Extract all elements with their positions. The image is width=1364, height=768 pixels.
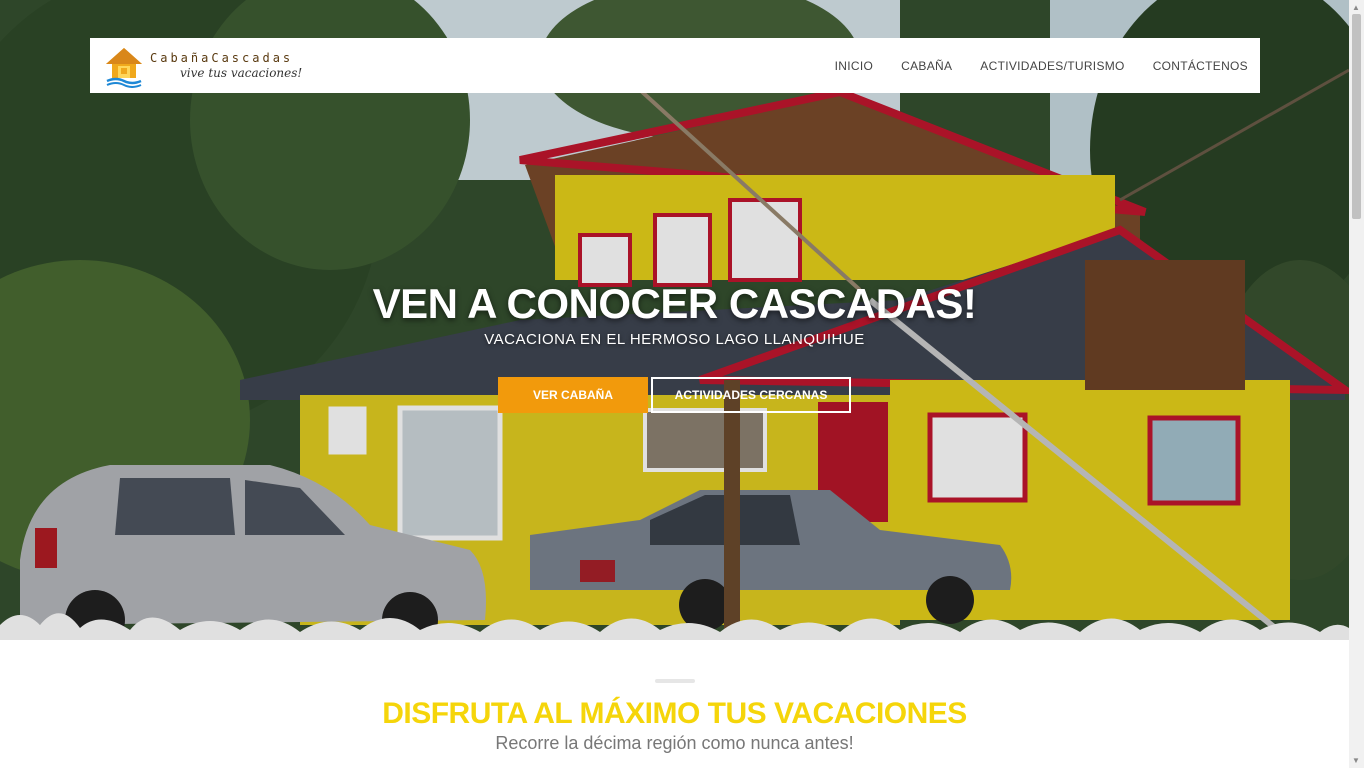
nav-item-cabana[interactable]: CABAÑA — [901, 59, 952, 73]
scroll-down-arrow-icon[interactable]: ▼ — [1352, 756, 1360, 765]
section-subtitle: Recorre la décima región como nunca ante… — [495, 733, 854, 753]
scrollbar-thumb[interactable] — [1352, 14, 1361, 219]
hero-subtitle: VACACIONA EN EL HERMOSO LAGO LLANQUIHUE — [484, 331, 865, 348]
brand-name: CabañaCascadas — [150, 51, 294, 65]
page-scrollbar[interactable]: ▲ ▼ — [1349, 0, 1364, 768]
nav-item-inicio[interactable]: INICIO — [835, 59, 873, 73]
nav-item-contactenos[interactable]: CONTÁCTENOS — [1153, 59, 1248, 73]
brand[interactable]: CabañaCascadas vive tus vacaciones! — [104, 44, 302, 88]
nav-menu: INICIO CABAÑA ACTIVIDADES/TURISMO CONTÁC… — [835, 59, 1248, 73]
nav-item-actividades[interactable]: ACTIVIDADES/TURISMO — [980, 59, 1124, 73]
brand-tagline: vive tus vacaciones! — [180, 66, 303, 80]
cabin-logo-icon — [106, 47, 142, 88]
hero-title: VEN A CONOCER CASCADAS! — [372, 280, 977, 327]
ver-cabana-button[interactable]: VER CABAÑA — [498, 377, 648, 413]
actividades-cercanas-button[interactable]: ACTIVIDADES CERCANAS — [651, 377, 851, 413]
section-divider — [655, 679, 695, 683]
scroll-up-arrow-icon[interactable]: ▲ — [1352, 3, 1360, 12]
navbar: CabañaCascadas vive tus vacaciones! INIC… — [90, 38, 1260, 93]
section-title: DISFRUTA AL MÁXIMO TUS VACACIONES — [382, 697, 967, 730]
